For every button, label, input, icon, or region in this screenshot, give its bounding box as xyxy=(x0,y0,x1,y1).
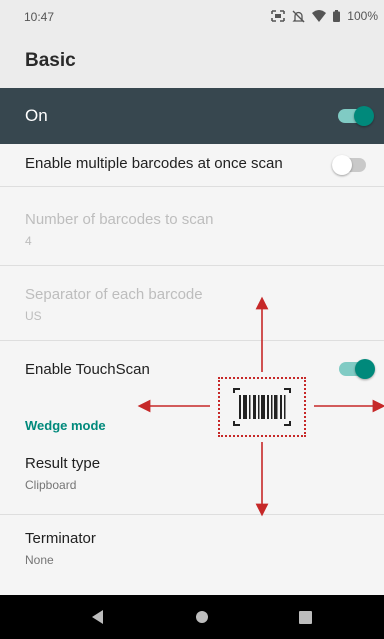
app-bar: Basic xyxy=(0,36,384,88)
battery-icon xyxy=(333,10,341,22)
page-title: Basic xyxy=(25,50,76,71)
recents-icon[interactable] xyxy=(295,607,315,627)
toggle-thumb xyxy=(354,106,374,126)
separator-row: Separator of each barcode US xyxy=(0,266,384,340)
touchscan-row[interactable]: Enable TouchScan xyxy=(0,341,384,403)
separator-label: Separator of each barcode xyxy=(25,286,203,303)
toggle-thumb xyxy=(355,359,375,379)
master-switch-row[interactable]: On xyxy=(0,88,384,144)
number-of-barcodes-value: 4 xyxy=(25,234,32,248)
terminator-value: None xyxy=(25,553,54,567)
status-bar: 10:47 100% xyxy=(0,0,384,36)
wifi-icon xyxy=(312,10,327,22)
multi-barcode-label: Enable multiple barcodes at once scan xyxy=(25,155,283,172)
terminator-row[interactable]: Terminator None xyxy=(0,515,384,593)
mute-icon xyxy=(292,10,305,23)
battery-percent: 100% xyxy=(347,9,378,23)
result-type-label: Result type xyxy=(25,455,101,472)
result-type-value: Clipboard xyxy=(25,478,77,492)
status-time: 10:47 xyxy=(24,10,55,24)
multi-barcode-toggle[interactable] xyxy=(332,155,368,175)
section-header-wedge-mode: Wedge mode xyxy=(25,418,106,433)
number-of-barcodes-label: Number of barcodes to scan xyxy=(25,211,214,228)
master-switch-toggle[interactable] xyxy=(338,106,374,126)
terminator-label: Terminator xyxy=(25,530,96,547)
separator-value: US xyxy=(25,309,42,323)
back-icon[interactable] xyxy=(88,607,108,627)
master-switch-label: On xyxy=(25,106,48,125)
navigation-bar xyxy=(0,595,384,639)
result-type-row[interactable]: Result type Clipboard xyxy=(0,444,384,504)
status-icons: 100% xyxy=(271,9,378,23)
toggle-thumb xyxy=(332,155,352,175)
screenshot-icon xyxy=(271,10,286,22)
multi-barcode-row[interactable]: Enable multiple barcodes at once scan xyxy=(0,144,384,186)
home-icon[interactable] xyxy=(192,607,212,627)
number-of-barcodes-row: Number of barcodes to scan 4 xyxy=(0,187,384,265)
touchscan-label: Enable TouchScan xyxy=(25,361,150,378)
touchscan-toggle[interactable] xyxy=(339,359,375,379)
